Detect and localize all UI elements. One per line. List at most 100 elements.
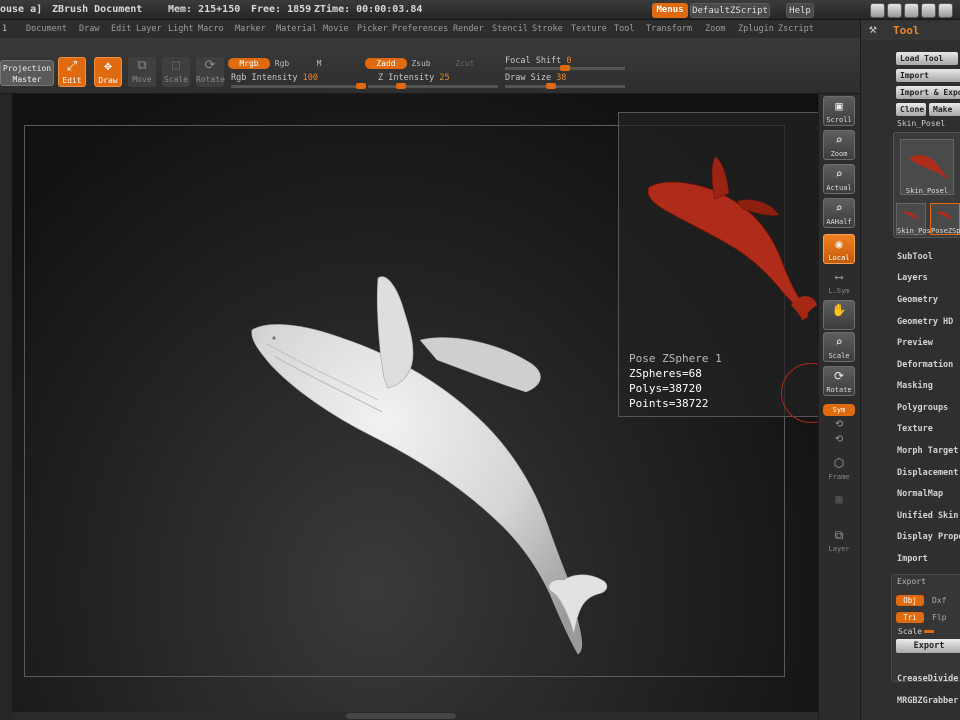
focal-shift-slider[interactable] — [505, 65, 625, 71]
actual-button[interactable]: ⌕ Actual — [823, 164, 855, 194]
section-displacement[interactable]: Displacement — [897, 468, 958, 478]
section-crease-divide[interactable]: CreaseDivide — [897, 674, 958, 684]
section-preview[interactable]: Preview — [897, 338, 933, 348]
import-export-button[interactable]: Import & Export — [896, 86, 960, 99]
menu-zoom[interactable]: Zoom — [705, 24, 725, 34]
flp-toggle[interactable]: Flp — [932, 613, 946, 622]
menu-marker[interactable]: Marker — [235, 24, 266, 34]
thumb-main[interactable]: Skin_Posel — [900, 139, 954, 195]
menu-preferences[interactable]: Preferences — [392, 24, 448, 34]
tri-toggle[interactable]: Tri — [896, 612, 924, 623]
window-button-4[interactable] — [921, 3, 936, 18]
window-button-2[interactable] — [887, 3, 902, 18]
dxf-toggle[interactable]: Dxf — [932, 596, 946, 605]
scale-button[interactable]: ⬚ Scale — [162, 57, 190, 87]
section-deformation[interactable]: Deformation — [897, 360, 953, 370]
menu-movie[interactable]: Movie — [323, 24, 349, 34]
thumb-1[interactable]: Skin_Pos — [896, 203, 931, 235]
section-layers[interactable]: Layers — [897, 273, 928, 283]
menu-render[interactable]: Render — [453, 24, 484, 34]
rgb-intensity-label[interactable]: Rgb Intensity 100 — [231, 73, 318, 83]
navigation-inset[interactable]: Pose ZSphere 1 ZSpheres=68 Polys=38720 P… — [618, 112, 818, 423]
z-intensity-label[interactable]: Z Intensity 25 — [378, 73, 450, 83]
scroll-button[interactable]: ▣ Scroll — [823, 96, 855, 126]
aahalf-button[interactable]: ⌕ AAHalf — [823, 198, 855, 228]
rgb-toggle[interactable]: Rgb — [270, 58, 294, 69]
section-display-properties[interactable]: Display Properties — [897, 532, 960, 542]
section-subtool[interactable]: SubTool — [897, 252, 933, 262]
draw-button[interactable]: ✥ Draw — [94, 57, 122, 87]
section-import[interactable]: Import — [897, 554, 928, 564]
rgb-intensity-slider[interactable] — [231, 83, 366, 89]
sym-option-icon-1[interactable]: ⟲ — [823, 419, 855, 430]
draw-size-label[interactable]: Draw Size 38 — [505, 73, 566, 83]
make-button[interactable]: Make — [929, 103, 960, 116]
menu-layer[interactable]: Layer — [136, 24, 162, 34]
section-morph-target[interactable]: Morph Target — [897, 446, 958, 456]
section-geometry-hd[interactable]: Geometry HD — [897, 317, 953, 327]
mrgb-toggle[interactable]: Mrgb — [228, 58, 270, 69]
edit-button[interactable]: ⤢ Edit — [58, 57, 86, 87]
menu-draw[interactable]: Draw — [79, 24, 99, 34]
menu-material[interactable]: Material — [276, 24, 317, 34]
m-toggle[interactable]: M — [312, 58, 326, 69]
load-tool-button[interactable]: Load Tool — [896, 52, 958, 65]
inactive-shelf-button[interactable]: ▦ — [823, 490, 855, 520]
move-button[interactable]: ⧉ Move — [128, 57, 156, 87]
menu-light[interactable]: Light — [168, 24, 194, 34]
menu-zplugin[interactable]: Zplugin — [738, 24, 774, 34]
menu-zscript[interactable]: Zscript — [778, 24, 814, 34]
section-normalmap[interactable]: NormalMap — [897, 489, 943, 499]
section-unified-skin[interactable]: Unified Skin — [897, 511, 958, 521]
scale-shelf-button[interactable]: ⌕ Scale — [823, 332, 855, 362]
move-shelf-button[interactable]: ✋ — [823, 300, 855, 330]
sym-option-icon-2[interactable]: ⟲ — [823, 434, 855, 445]
lsym-button[interactable]: ⟷ L.Sym — [823, 268, 855, 298]
window-button-5[interactable] — [938, 3, 953, 18]
bottom-tray-handle[interactable] — [346, 713, 456, 719]
thumb-2[interactable]: PoseZSp — [930, 203, 960, 235]
menu-picker[interactable]: Picker — [357, 24, 388, 34]
menus-button[interactable]: Menus — [652, 3, 688, 18]
sym-toggle[interactable]: Sym — [823, 404, 855, 416]
window-button-3[interactable] — [904, 3, 919, 18]
menu-stencil[interactable]: Stencil — [492, 24, 528, 34]
rgb-intensity-knob[interactable] — [356, 83, 366, 89]
projection-master-button[interactable]: Projection Master — [0, 60, 54, 86]
z-intensity-slider[interactable] — [368, 83, 498, 89]
menu-document[interactable]: Document — [26, 24, 67, 34]
obj-toggle[interactable]: Obj — [896, 595, 924, 606]
help-button[interactable]: Help — [786, 3, 814, 18]
section-polygroups[interactable]: Polygroups — [897, 403, 948, 413]
rotate-button[interactable]: ⟳ Rotate — [196, 57, 225, 87]
export-header[interactable]: Export — [897, 577, 926, 586]
zadd-toggle[interactable]: Zadd — [365, 58, 407, 69]
zoom-button[interactable]: ⌕ Zoom — [823, 130, 855, 160]
menu-edit[interactable]: Edit — [111, 24, 131, 34]
section-geometry[interactable]: Geometry — [897, 295, 938, 305]
zcut-toggle[interactable]: Zcut — [452, 58, 478, 69]
document-canvas[interactable]: Pose ZSphere 1 ZSpheres=68 Polys=38720 P… — [12, 94, 818, 712]
menu-tool[interactable]: Tool — [614, 24, 634, 34]
export-button[interactable]: Export — [896, 639, 960, 653]
z-intensity-knob[interactable] — [395, 83, 406, 89]
layer-button[interactable]: ⧉ Layer — [823, 526, 855, 556]
menu-macro[interactable]: Macro — [198, 24, 224, 34]
section-masking[interactable]: Masking — [897, 381, 933, 391]
export-scale-slider[interactable]: Scale — [898, 627, 935, 636]
draw-size-slider[interactable] — [505, 83, 625, 89]
focal-shift-knob[interactable] — [560, 65, 570, 71]
local-button[interactable]: ◉ Local — [823, 234, 855, 264]
import-button[interactable]: Import — [896, 69, 960, 82]
frame-button[interactable]: ⬡ Frame — [823, 454, 855, 484]
menu-texture[interactable]: Texture — [571, 24, 607, 34]
tool-palette-header[interactable]: ⚒ Tool — [861, 20, 960, 40]
draw-size-knob[interactable] — [545, 83, 556, 89]
clone-button[interactable]: Clone — [896, 103, 926, 116]
window-button-1[interactable] — [870, 3, 885, 18]
menu-stroke[interactable]: Stroke — [532, 24, 563, 34]
section-mrgbzgrabber[interactable]: MRGBZGrabber — [897, 696, 958, 706]
default-zscript-button[interactable]: DefaultZScript — [690, 3, 770, 18]
menu-transform[interactable]: Transform — [646, 24, 692, 34]
rotate-shelf-button[interactable]: ⟳ Rotate — [823, 366, 855, 396]
